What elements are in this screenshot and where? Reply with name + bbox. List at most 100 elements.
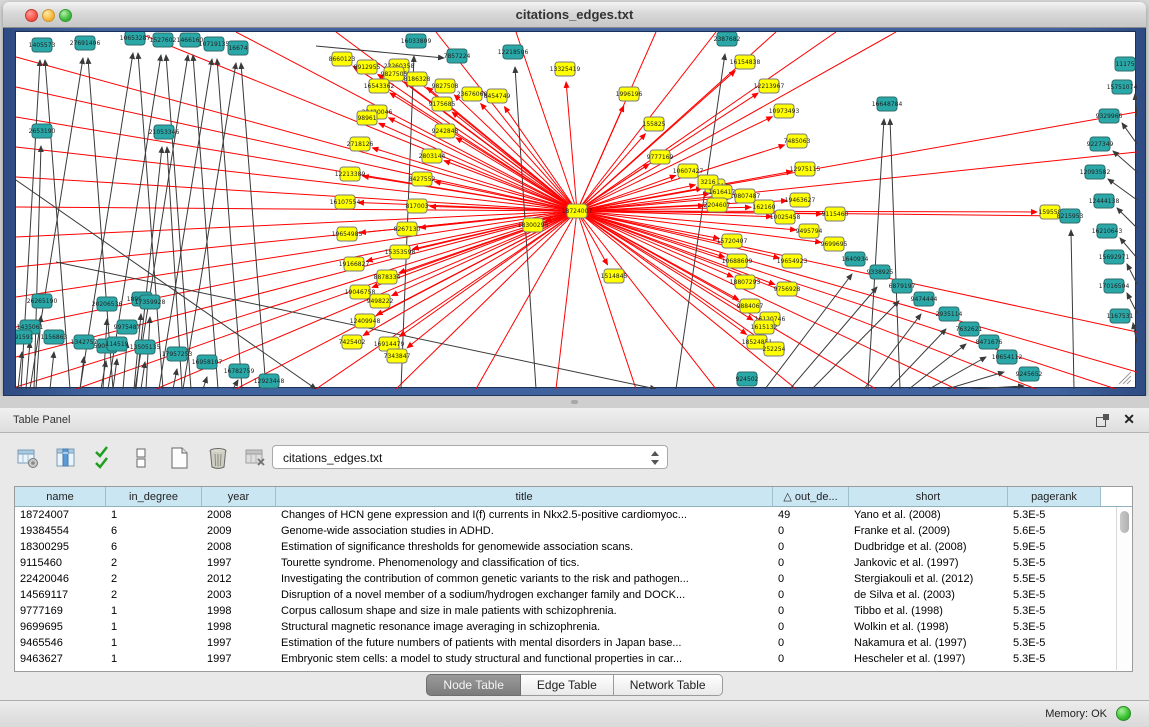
- column-header-out_de[interactable]: △ out_de...: [773, 487, 849, 506]
- unselect-all-icon[interactable]: [128, 444, 156, 472]
- graph-node[interactable]: 9329966: [1096, 109, 1123, 123]
- graph-node[interactable]: 12923448: [254, 374, 285, 388]
- graph-node[interactable]: 8471676: [976, 335, 1003, 349]
- graph-node[interactable]: 13505135: [130, 340, 161, 354]
- graph-node[interactable]: 12444138: [1089, 194, 1120, 208]
- table-options-icon[interactable]: [14, 444, 42, 472]
- graph-node[interactable]: 817003: [406, 199, 429, 213]
- tab-node-table[interactable]: Node Table: [426, 674, 521, 696]
- graph-node[interactable]: 15692971: [1099, 250, 1130, 264]
- graph-node[interactable]: 9777169: [647, 150, 674, 164]
- graph-node[interactable]: 1342757: [71, 335, 98, 349]
- graph-node[interactable]: 1616417: [709, 185, 736, 199]
- graph-node[interactable]: 9242848: [432, 124, 459, 138]
- close-panel-icon[interactable]: ✕: [1123, 411, 1135, 428]
- graph-node[interactable]: 16033809: [401, 34, 432, 48]
- graph-node[interactable]: 1640934: [842, 252, 869, 266]
- graph-node[interactable]: 9474444: [911, 292, 938, 306]
- graph-node[interactable]: 19463627: [785, 193, 816, 207]
- graph-node[interactable]: 2204607: [704, 198, 731, 212]
- graph-node[interactable]: 8660123: [329, 52, 356, 66]
- column-header-in_degree[interactable]: in_degree: [106, 487, 202, 506]
- graph-node[interactable]: 7485063: [784, 134, 811, 148]
- graph-node[interactable]: 9498222: [367, 294, 394, 308]
- graph-node[interactable]: 1405573: [29, 38, 56, 52]
- delete-table-icon[interactable]: [242, 444, 270, 472]
- graph-node[interactable]: 1615132: [751, 320, 778, 334]
- graph-node[interactable]: 15720407: [717, 234, 748, 248]
- column-header-year[interactable]: year: [202, 487, 276, 506]
- table-row[interactable]: 1872400712008Changes of HCN gene express…: [15, 507, 1132, 523]
- graph-node[interactable]: 8267130: [394, 222, 421, 236]
- vertical-scrollbar[interactable]: [1116, 507, 1131, 670]
- table-row[interactable]: 1456911722003Disruption of a novel membe…: [15, 587, 1132, 603]
- graph-node[interactable]: 7632621: [956, 322, 983, 336]
- panel-splitter[interactable]: [0, 396, 1149, 408]
- scrollbar-thumb[interactable]: [1120, 511, 1129, 533]
- graph-node[interactable]: 16674: [228, 41, 248, 55]
- delete-rows-icon[interactable]: [204, 444, 232, 472]
- graph-node[interactable]: 391591: [16, 330, 34, 344]
- graph-node[interactable]: 20206536: [92, 297, 123, 311]
- graph-node[interactable]: 9756928: [774, 282, 801, 296]
- graph-node[interactable]: 924502: [736, 372, 759, 386]
- graph-node[interactable]: 8878334: [374, 270, 401, 284]
- graph-node[interactable]: 19654923: [777, 254, 808, 268]
- graph-node[interactable]: 27691406: [70, 36, 101, 50]
- float-panel-icon[interactable]: [1096, 414, 1109, 427]
- graph-node[interactable]: 1156863: [41, 330, 68, 344]
- graph-node[interactable]: 10653287: [120, 32, 151, 45]
- column-header-title[interactable]: title: [276, 487, 773, 506]
- graph-node[interactable]: 9495794: [796, 224, 823, 238]
- graph-node[interactable]: 12213389: [335, 167, 366, 181]
- graph-node[interactable]: 16648784: [872, 97, 903, 111]
- table-row[interactable]: 1938455462009Genome-wide association stu…: [15, 523, 1132, 539]
- graph-node[interactable]: 9827508: [432, 79, 459, 93]
- graph-node[interactable]: 15751074: [1107, 80, 1137, 94]
- graph-node[interactable]: 9245652: [1016, 367, 1043, 381]
- graph-node[interactable]: 8215953: [1057, 209, 1084, 223]
- graph-node[interactable]: 6879197: [889, 279, 916, 293]
- resize-grip-icon[interactable]: [1119, 372, 1131, 384]
- graph-node[interactable]: 98961: [357, 111, 377, 125]
- graph-node[interactable]: 9115460: [822, 207, 849, 221]
- column-header-short[interactable]: short: [849, 487, 1008, 506]
- graph-node[interactable]: 7857224: [444, 49, 471, 63]
- graph-node[interactable]: 12975115: [790, 162, 821, 176]
- select-all-icon[interactable]: [90, 444, 118, 472]
- graph-node[interactable]: 8912955: [354, 60, 381, 74]
- window-titlebar[interactable]: citations_edges.txt: [3, 2, 1146, 28]
- graph-node[interactable]: 11175: [1115, 57, 1135, 71]
- new-table-icon[interactable]: [166, 444, 194, 472]
- graph-node[interactable]: 10688609: [722, 254, 753, 268]
- graph-node[interactable]: 8454749: [484, 89, 511, 103]
- graph-node[interactable]: 10654112: [992, 350, 1023, 364]
- graph-node[interactable]: 2935114: [936, 307, 963, 321]
- table-row[interactable]: 969969511998Structural magnetic resonanc…: [15, 619, 1132, 635]
- graph-node[interactable]: 12213967: [754, 79, 785, 93]
- graph-node[interactable]: 16210643: [1092, 224, 1123, 238]
- table-row[interactable]: 1830029562008Estimation of significance …: [15, 539, 1132, 555]
- graph-node[interactable]: 2387682: [714, 32, 741, 46]
- graph-node[interactable]: 13325419: [550, 62, 581, 76]
- graph-node[interactable]: 16782759: [224, 364, 255, 378]
- graph-node[interactable]: 8186328: [404, 72, 431, 86]
- graph-node[interactable]: 1996196: [616, 87, 643, 101]
- table-row[interactable]: 2242004622012Investigating the contribut…: [15, 571, 1132, 587]
- graph-node[interactable]: 2803144: [419, 149, 446, 163]
- graph-node[interactable]: 9175685: [429, 97, 456, 111]
- graph-node[interactable]: 8427552: [409, 172, 436, 186]
- graph-node[interactable]: 10973493: [769, 104, 800, 118]
- graph-node[interactable]: 9338925: [867, 265, 894, 279]
- column-header-name[interactable]: name: [15, 487, 106, 506]
- network-canvas-container[interactable]: 1872400786601238912955222603589827505165…: [15, 31, 1136, 388]
- graph-node[interactable]: 7343847: [384, 349, 411, 363]
- graph-node[interactable]: 2653190: [29, 124, 56, 138]
- tab-network-table[interactable]: Network Table: [614, 674, 723, 696]
- graph-node[interactable]: 9884067: [737, 299, 764, 313]
- graph-node[interactable]: 252254: [763, 342, 786, 356]
- graph-node[interactable]: 1167531: [1107, 309, 1134, 323]
- table-row[interactable]: 911546021997Tourette syndrome. Phenomeno…: [15, 555, 1132, 571]
- network-canvas[interactable]: 1872400786601238912955222603589827505165…: [16, 32, 1137, 389]
- graph-node[interactable]: 9975487: [114, 320, 141, 334]
